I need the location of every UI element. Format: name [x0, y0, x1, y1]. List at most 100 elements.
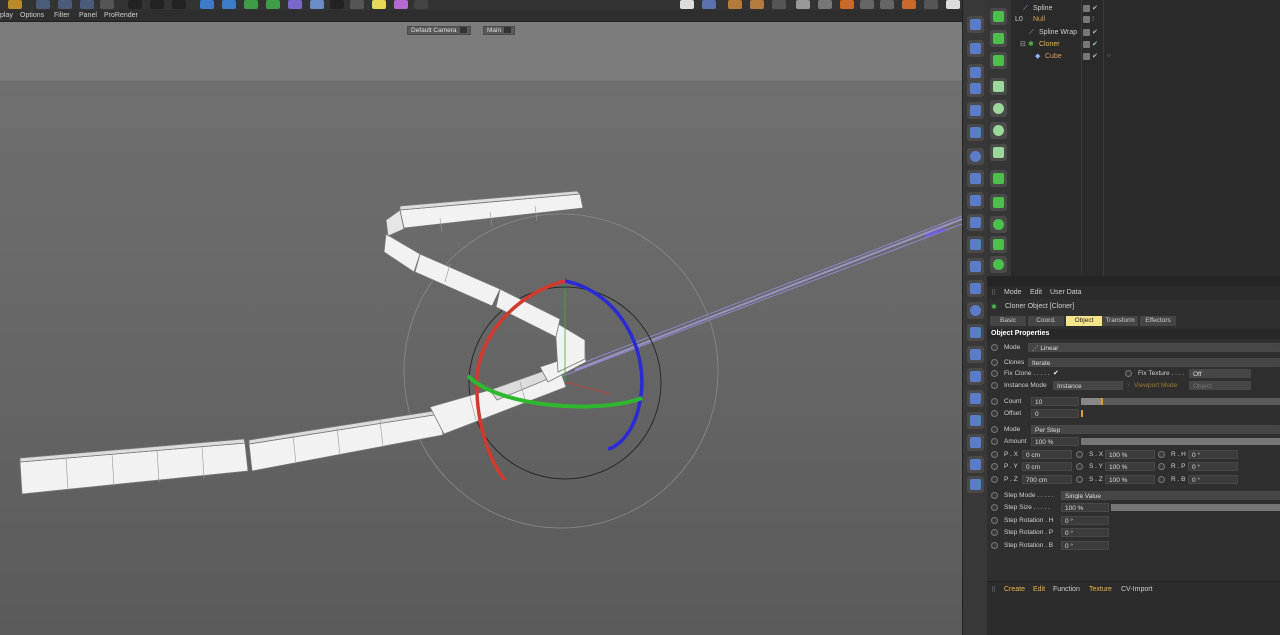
animate-radio[interactable]: [991, 476, 998, 483]
snap-icon[interactable]: [702, 0, 716, 9]
object-row-cloner[interactable]: ⊟ ✱ Cloner ✔: [1011, 39, 1280, 50]
add-layout-icon[interactable]: [946, 0, 960, 9]
extrude-icon[interactable]: [990, 78, 1007, 95]
vase-icon[interactable]: [990, 216, 1007, 233]
pz-input[interactable]: 700 cm: [1022, 475, 1072, 484]
rotate-tool-icon[interactable]: [80, 0, 94, 9]
sz-input[interactable]: 100 %: [1105, 475, 1155, 484]
cube-blue-icon[interactable]: [967, 476, 984, 493]
solo-mode-icon[interactable]: [967, 192, 984, 209]
connect-icon[interactable]: [990, 236, 1007, 253]
magnet-icon[interactable]: [967, 346, 984, 363]
offset-slider-knob[interactable]: [1081, 410, 1083, 417]
step-size-slider[interactable]: [1111, 504, 1280, 511]
animate-radio[interactable]: [991, 382, 998, 389]
count-slider-knob[interactable]: [1100, 398, 1103, 405]
step-rot-p-input[interactable]: 0 °: [1061, 528, 1109, 537]
py-input[interactable]: 0 cm: [1022, 462, 1072, 471]
visibility-dots-icon[interactable]: ⁝: [1092, 16, 1094, 23]
amount-slider[interactable]: [1081, 438, 1280, 445]
animate-radio[interactable]: [991, 359, 998, 366]
knife-icon[interactable]: [414, 0, 428, 9]
subdivision-surface-icon[interactable]: [990, 170, 1007, 187]
loft-icon[interactable]: [990, 122, 1007, 139]
menu-options[interactable]: Options: [20, 12, 44, 19]
undo-icon[interactable]: [8, 0, 22, 9]
px-input[interactable]: 0 cm: [1022, 450, 1072, 459]
offset-slider[interactable]: [1081, 410, 1280, 417]
render-settings-icon[interactable]: [172, 0, 186, 9]
texture-mode-icon[interactable]: [967, 40, 984, 57]
layer-square-icon[interactable]: [1083, 4, 1090, 12]
menu-edit[interactable]: Edit: [1033, 586, 1045, 593]
menu-edit[interactable]: Edit: [1030, 289, 1042, 296]
menu-mode[interactable]: Mode: [1004, 289, 1022, 296]
animate-radio[interactable]: [991, 451, 998, 458]
enabled-check-icon[interactable]: ✔: [1092, 29, 1098, 36]
animate-radio[interactable]: [991, 504, 998, 511]
layer-square-icon[interactable]: [1083, 28, 1090, 36]
texture-grid-icon[interactable]: [967, 434, 984, 451]
tab-transform[interactable]: Transform: [1102, 316, 1138, 326]
enabled-check-icon[interactable]: ✔: [1092, 5, 1098, 12]
animate-radio[interactable]: [1125, 370, 1132, 377]
move-tool-icon[interactable]: [36, 0, 50, 9]
fracture-icon[interactable]: [990, 52, 1007, 69]
symmetry-icon[interactable]: [967, 236, 984, 253]
sy-input[interactable]: 100 %: [1105, 462, 1155, 471]
fix-clone-checkbox[interactable]: ✔: [1053, 368, 1059, 379]
points-mode-icon[interactable]: [967, 80, 984, 97]
enabled-check-icon[interactable]: ✔: [1092, 41, 1098, 48]
menu-user-data[interactable]: User Data: [1050, 289, 1082, 296]
amount-input[interactable]: 100 %: [1031, 437, 1079, 446]
object-row-cube[interactable]: ◆ Cube ✔ ⁘: [1011, 51, 1280, 62]
menu-panel[interactable]: Panel: [79, 12, 97, 19]
tag-yellow-icon[interactable]: [372, 0, 386, 9]
expand-toggle-icon[interactable]: ⊟: [1020, 39, 1026, 50]
spline-mask-icon[interactable]: [990, 256, 1007, 273]
rp-input[interactable]: 0 °: [1188, 462, 1238, 471]
snap-settings-icon[interactable]: [967, 214, 984, 231]
uv-mode-icon[interactable]: [967, 148, 984, 165]
locked-workplane-icon[interactable]: [967, 280, 984, 297]
menu-prorender[interactable]: ProRender: [104, 12, 138, 19]
instance-mode-dropdown[interactable]: Instance: [1053, 381, 1123, 390]
sweep-icon[interactable]: [990, 144, 1007, 161]
paint-mode-icon[interactable]: [967, 324, 984, 341]
render-picture-viewer-icon[interactable]: [150, 0, 164, 9]
sx-input[interactable]: 100 %: [1105, 450, 1155, 459]
step-rot-b-input[interactable]: 0 °: [1061, 541, 1109, 550]
model-mode-icon[interactable]: [967, 16, 984, 33]
sketch-icon[interactable]: [967, 302, 984, 319]
animate-radio[interactable]: [991, 463, 998, 470]
window-icon[interactable]: [924, 0, 938, 9]
clones-dropdown[interactable]: Iterate: [1028, 358, 1280, 367]
animate-radio[interactable]: [991, 410, 998, 417]
layer-square-icon[interactable]: [1083, 15, 1090, 23]
animate-radio[interactable]: [991, 542, 998, 549]
cube-primitive-icon[interactable]: [200, 0, 214, 9]
menu-play[interactable]: play: [0, 12, 13, 19]
boole-icon[interactable]: [990, 194, 1007, 211]
step-size-input[interactable]: 100 %: [1061, 503, 1109, 512]
sculpt-icon[interactable]: [750, 0, 764, 9]
menu-cv-import[interactable]: CV-Import: [1121, 586, 1153, 593]
count-input[interactable]: 10: [1031, 397, 1079, 406]
step-rot-h-input[interactable]: 0 °: [1061, 516, 1109, 525]
animate-radio[interactable]: [991, 492, 998, 499]
offset-input[interactable]: 0: [1031, 409, 1079, 418]
menu-create[interactable]: Create: [1004, 586, 1025, 593]
mograph-cloner-icon[interactable]: [990, 8, 1007, 25]
deformer-icon[interactable]: [288, 0, 302, 9]
object-row-spline-wrap[interactable]: ⟋ Spline Wrap ✔: [1011, 27, 1280, 38]
lathe-icon[interactable]: [990, 100, 1007, 117]
tab-basic[interactable]: Basic: [990, 316, 1026, 326]
mode-dropdown[interactable]: ⋰ Linear: [1028, 343, 1280, 352]
fix-texture-dropdown[interactable]: Off: [1189, 369, 1251, 378]
animate-radio[interactable]: [1076, 476, 1083, 483]
smooth-icon[interactable]: [967, 368, 984, 385]
light-icon[interactable]: [350, 0, 364, 9]
tab-effectors[interactable]: Effectors: [1140, 316, 1176, 326]
layer-square-icon[interactable]: [1083, 52, 1090, 60]
rb-input[interactable]: 0 °: [1188, 475, 1238, 484]
